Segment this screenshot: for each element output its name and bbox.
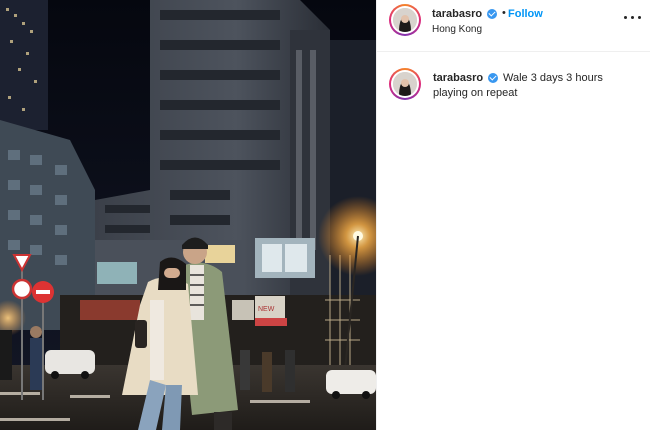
verified-badge-icon [487,9,497,19]
post-location[interactable]: Hong Kong [432,24,482,35]
post-side-panel: tarabasro • Follow Hong Kong tarabasro W… [376,0,650,430]
caption-text-block: Wale 3 days 3 hours playing on repeat [433,71,633,101]
caption-text: Wale 3 days 3 hours playing on repeat [433,72,603,99]
header-separator: • [502,7,506,19]
avatar-image [393,8,417,32]
caption-author-avatar[interactable] [389,68,421,100]
post-header: tarabasro • Follow Hong Kong [377,0,650,52]
photo-scene: NEW [0,0,376,430]
follow-button[interactable]: Follow [508,8,543,20]
svg-text:NEW: NEW [258,306,275,313]
author-avatar[interactable] [389,4,421,36]
more-options-icon[interactable] [623,10,643,24]
author-username[interactable]: tarabasro [432,8,482,20]
avatar-image [393,72,417,96]
post-photo[interactable]: NEW [0,0,376,430]
